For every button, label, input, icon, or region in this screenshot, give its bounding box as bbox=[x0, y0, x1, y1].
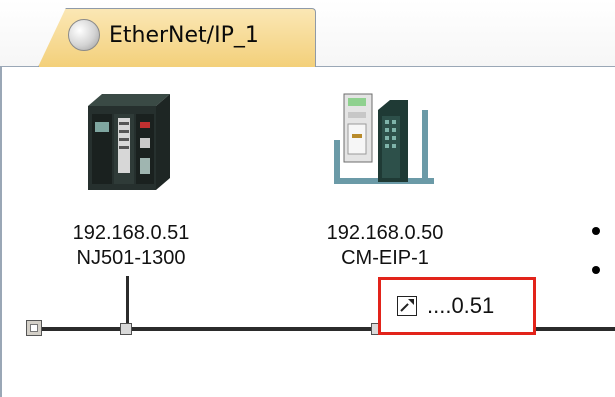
bus-terminator-icon[interactable] bbox=[26, 320, 42, 336]
device-ip: 192.168.0.51 bbox=[72, 222, 190, 244]
plc-controller-icon[interactable] bbox=[78, 92, 174, 194]
list-bullet bbox=[592, 227, 600, 235]
globe-icon bbox=[68, 19, 100, 51]
shortcut-link-icon bbox=[397, 296, 417, 316]
device-label-nj501[interactable]: 192.168.0.51 NJ501-1300 bbox=[46, 221, 216, 271]
device-model: CM-EIP-1 bbox=[341, 247, 429, 269]
bus-drop-line bbox=[126, 276, 129, 329]
bus-node-nj501[interactable] bbox=[120, 323, 132, 335]
document-tab-strip: EtherNet/IP_1 bbox=[0, 0, 615, 67]
tab-ethernet-ip-1-content[interactable]: EtherNet/IP_1 bbox=[68, 19, 259, 51]
device-label-cm-eip[interactable]: 192.168.0.50 CM-EIP-1 bbox=[300, 221, 470, 271]
tab-label: EtherNet/IP_1 bbox=[109, 22, 259, 48]
ethernet-ip-module-icon[interactable] bbox=[330, 90, 440, 192]
node-address-highlight[interactable]: ....0.51 bbox=[378, 277, 536, 335]
device-model: NJ501-1300 bbox=[76, 247, 186, 269]
node-address-label: ....0.51 bbox=[427, 293, 495, 318]
device-ip: 192.168.0.50 bbox=[326, 222, 444, 244]
list-bullet bbox=[592, 266, 600, 274]
